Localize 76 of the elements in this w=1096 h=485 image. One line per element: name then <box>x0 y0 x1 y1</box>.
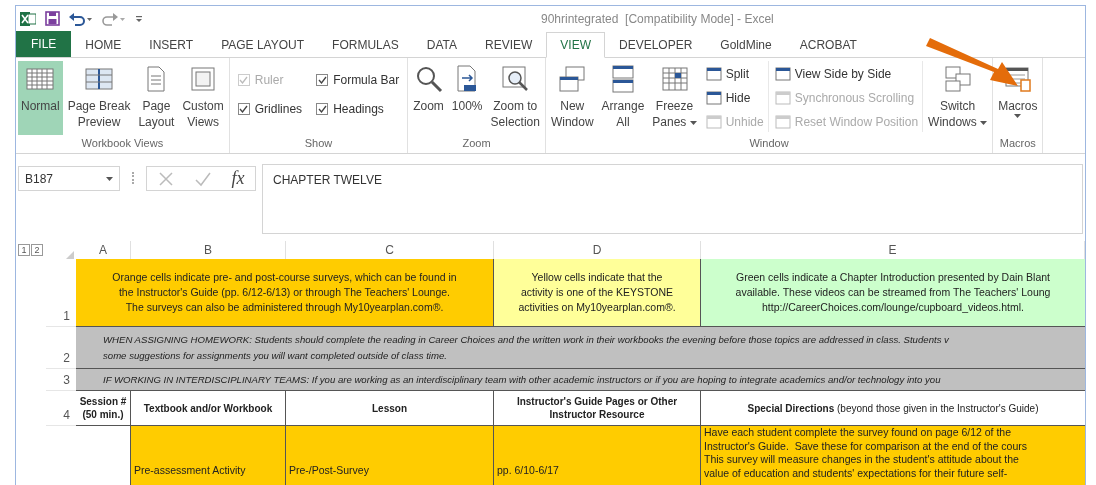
formula-input[interactable]: CHAPTER TWELVE <box>262 164 1083 234</box>
window-icon <box>705 114 722 129</box>
check-icon <box>239 105 249 113</box>
table-cell: Pre-assessment Activity <box>131 426 286 485</box>
group-label: Zoom <box>461 136 492 151</box>
outline-level-button[interactable]: 1 <box>18 244 30 256</box>
legend-cell: Green cells indicate a Chapter Introduction presented by Dain Blant available. These videos can be streamed from The Teachers' Loung http://CareerChoices.com/lounge/cupboard_videos.html. <box>701 259 1085 327</box>
table-cell: pp. 6/10-6/17 <box>494 426 701 485</box>
file-tab[interactable]: FILE <box>16 31 72 57</box>
option-checkbox[interactable]: Headings <box>316 100 400 118</box>
ribbon-button[interactable]: Page Break Preview <box>64 61 134 135</box>
note-cell: WHEN ASSIGNING HOMEWORK: Students should complete the reading in Career Choices and the written work in their workbooks the evening before those topics are addressed in class. Students v some suggestions for assignments you will want completed outside of class time. <box>76 327 1085 369</box>
ribbon-button[interactable]: Zoom <box>410 61 447 135</box>
group-label: Window <box>748 136 790 151</box>
ribbon-tab[interactable]: FORMULAS <box>318 32 413 58</box>
ribbon-tab[interactable]: DATA <box>412 32 471 58</box>
cancel-icon[interactable] <box>157 170 174 187</box>
undo-icon[interactable] <box>69 11 93 26</box>
column-heading: Textbook and/or Workbook <box>131 391 286 426</box>
check-icon <box>317 105 327 113</box>
window-icon <box>557 64 588 94</box>
grid-icon <box>659 64 690 94</box>
caret-icon <box>106 176 113 181</box>
ribbon-tab[interactable]: VIEW <box>546 32 605 58</box>
ribbon-button[interactable]: Zoom to Selection <box>487 61 543 135</box>
group-label: Macros <box>998 136 1037 151</box>
legend-cell: Yellow cells indicate that the activity is one of the KEYSTONE activities on My10yearplan.com®. <box>494 259 701 327</box>
window-title: 90hrintegrated [Compatibility Mode] - Excel <box>541 10 774 28</box>
ribbon-tab[interactable]: REVIEW <box>471 32 547 58</box>
enter-icon[interactable] <box>194 170 211 187</box>
drag-handle-icon[interactable] <box>132 172 134 184</box>
window-icon <box>705 66 722 81</box>
window-icon <box>774 114 791 129</box>
ribbon-tab[interactable]: INSERT <box>135 32 208 58</box>
cell-reference: B187 <box>25 170 54 188</box>
window-icon <box>774 90 791 105</box>
window-icon <box>774 66 791 81</box>
ribbon-tab[interactable]: PAGE LAYOUT <box>207 32 319 58</box>
ribbon-tab[interactable]: ACROBAT <box>785 32 871 58</box>
group-label: Workbook Views <box>80 136 165 151</box>
window-icon <box>705 90 722 105</box>
ribbon-button[interactable]: Arrange All <box>598 61 648 135</box>
check-icon <box>239 76 249 84</box>
customize-icon[interactable] <box>135 13 143 24</box>
option-checkbox[interactable]: Formula Bar <box>316 71 400 89</box>
save-icon[interactable] <box>45 11 60 26</box>
check-icon <box>317 76 327 84</box>
outline-level-button[interactable]: 2 <box>31 244 43 256</box>
ribbon-button[interactable]: Freeze Panes <box>649 61 700 135</box>
window-icon <box>942 64 973 94</box>
ribbon-button[interactable]: Switch Windows <box>925 61 991 135</box>
legend-cell: Orange cells indicate pre- and post-course surveys, which can be found in the Instructor's Guide (pp. 6/12-6/13) or through The Teachers' Lounge. The surveys can also be administered through My10yearplan.com®. <box>76 259 494 327</box>
ribbon-button[interactable]: 100% <box>448 61 486 135</box>
name-box[interactable]: B187 <box>18 166 120 191</box>
table-cell: Have each student complete the survey found on page 6/12 of the Instructor's Guide. Save these for comparison at the end of the cours This survey will measure changes in the student's attitude about the value of education and students' expectations for their future self- <box>701 426 1085 485</box>
ribbon-tab[interactable]: HOME <box>71 32 136 58</box>
ribbon-button[interactable]: Custom Views <box>179 61 227 135</box>
column-heading: Session # (50 min.) <box>76 391 131 426</box>
ribbon-tab[interactable]: DEVELOPER <box>605 32 707 58</box>
table-cell: Pre-/Post-Survey <box>286 426 494 485</box>
spreadsheet-app-icon[interactable] <box>20 10 36 27</box>
note-cell: IF WORKING IN INTERDISCIPLINARY TEAMS: If you are working as an interdisciplinary team with other academic instructors or if you are hoping to integrate academics and/or technology into you <box>76 369 1085 391</box>
ribbon-button[interactable]: New Window <box>547 61 597 135</box>
ribbon-small-button[interactable]: Hide <box>705 87 764 108</box>
option-checkbox[interactable]: Gridlines <box>237 100 303 118</box>
insert-function-button[interactable]: fx <box>231 165 245 192</box>
redo-icon[interactable] <box>102 11 126 26</box>
ribbon-small-button[interactable]: View Side by Side <box>774 63 919 84</box>
ribbon-button[interactable]: Page Layout <box>135 61 178 135</box>
column-heading: Instructor's Guide Pages or Other Instructor Resource <box>494 391 701 426</box>
ribbon-button[interactable]: Normal <box>18 61 63 135</box>
ribbon-small-button[interactable]: Split <box>705 63 764 84</box>
ribbon-tab[interactable]: GoldMine <box>706 32 786 58</box>
group-label: Show <box>303 135 334 151</box>
column-heading: Lesson <box>286 391 494 426</box>
select-all-icon[interactable] <box>66 251 74 259</box>
